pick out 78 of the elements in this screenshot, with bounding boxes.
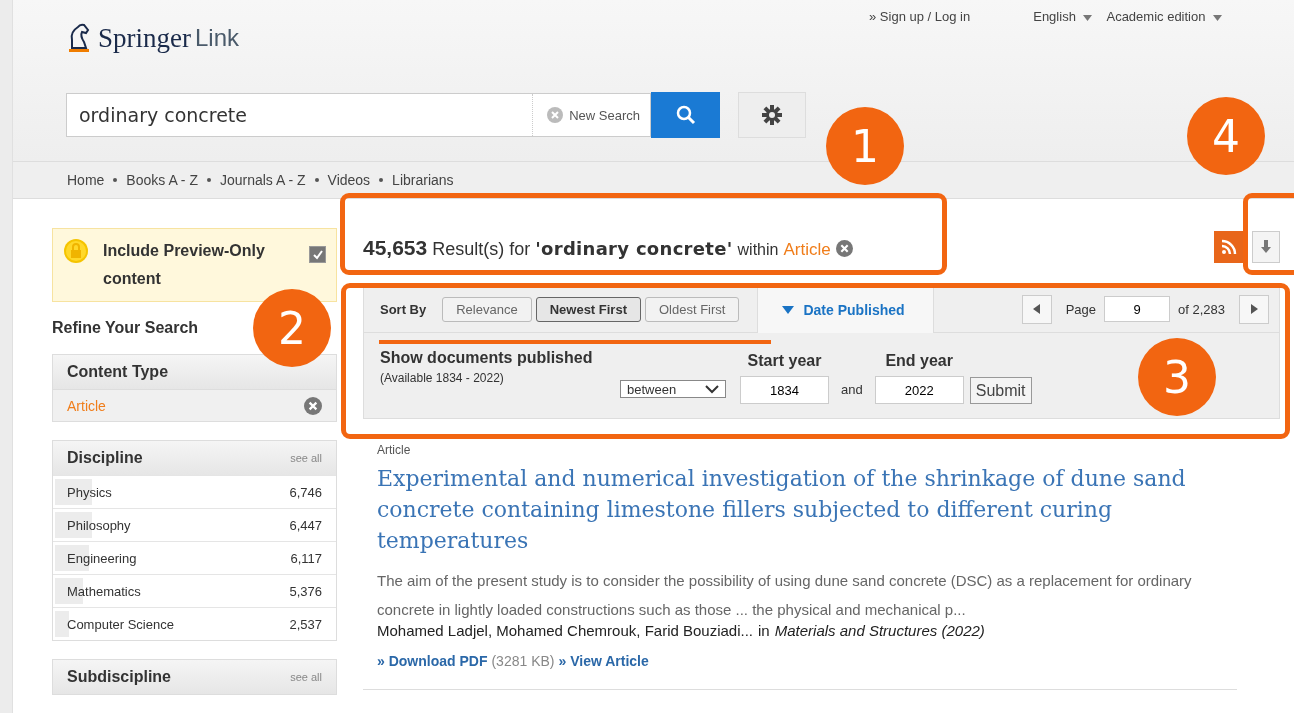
discipline-item[interactable]: Philosophy 6,447 xyxy=(53,508,336,541)
download-icon xyxy=(1261,240,1271,254)
start-year-label: Start year xyxy=(747,352,822,370)
discipline-item[interactable]: Mathematics 5,376 xyxy=(53,574,336,607)
nav-link[interactable]: Home xyxy=(67,172,105,188)
download-pdf-link[interactable]: » Download PDF xyxy=(377,653,488,669)
within-text: within xyxy=(737,241,779,259)
query-text: 'ordinary concrete' xyxy=(535,238,733,259)
result-count: 45,653 xyxy=(363,236,428,260)
date-published-tab[interactable]: Date Published xyxy=(757,287,934,333)
sort-label: Sort By xyxy=(380,301,427,317)
search-button[interactable] xyxy=(651,92,720,138)
settings-button[interactable] xyxy=(738,92,806,138)
search-icon xyxy=(675,105,696,125)
end-year-label: End year xyxy=(885,352,953,370)
search-field[interactable]: ordinary concrete New Search xyxy=(66,93,651,137)
language-menu[interactable]: English xyxy=(1033,9,1093,24)
check-icon xyxy=(311,248,324,261)
signup-link[interactable]: » Sign up / Log in xyxy=(869,9,971,24)
and-text: and xyxy=(841,382,863,397)
nav-link[interactable]: Journals A - Z xyxy=(219,172,306,188)
nav-link[interactable]: Librarians xyxy=(392,172,454,188)
chevron-icon xyxy=(705,384,719,394)
sort-option[interactable]: Relevance xyxy=(442,296,532,322)
journal-name: Materials and Structures (2022) xyxy=(774,622,985,639)
file-size: (3281 KB) xyxy=(491,653,555,669)
refine-heading: Refine Your Search xyxy=(52,319,199,337)
discipline-item[interactable]: Physics 6,746 xyxy=(53,475,336,508)
available-range: (Available 1834 - 2022) xyxy=(380,371,505,385)
caret-icon xyxy=(1213,14,1223,21)
end-year-field[interactable]: 2022 xyxy=(874,376,964,404)
preview-checkbox[interactable] xyxy=(309,246,326,263)
logo-subtext: Link xyxy=(195,24,239,52)
facet-title: Content Type xyxy=(67,363,169,381)
in-text: in xyxy=(758,622,770,639)
logo-text: Springer xyxy=(98,22,191,54)
caret-icon xyxy=(782,306,795,314)
content-type-label: Article xyxy=(377,443,412,457)
edition-menu[interactable]: Academic edition xyxy=(1106,9,1223,24)
nav-link[interactable]: Books A - Z xyxy=(126,172,198,188)
separator-dot xyxy=(206,178,211,182)
settings-icon xyxy=(762,105,782,125)
remove-icon[interactable] xyxy=(304,396,322,415)
start-year-field[interactable]: 1834 xyxy=(740,376,829,404)
left-arrow-icon xyxy=(1033,304,1041,314)
page-label: Page xyxy=(1065,301,1096,317)
discipline-item[interactable]: Computer Science 2,537 xyxy=(53,607,336,640)
article-abstract: The aim of the present study is to consider the possibility of using dune sand concrete (DSC) as a replacement for ordinary concrete in lightly loaded constructions such as those ... the physical and mechanical p... xyxy=(377,571,1193,620)
facet-title: Discipline xyxy=(67,449,143,467)
filter-title: Show documents published xyxy=(380,349,594,367)
sort-option[interactable]: Oldest First xyxy=(645,296,740,322)
separator-dot xyxy=(113,178,118,182)
lock-icon xyxy=(63,238,89,264)
page-field[interactable]: 9 xyxy=(1104,296,1170,322)
new-search-button[interactable]: New Search xyxy=(532,94,650,136)
results-text: Result(s) for xyxy=(432,239,531,260)
clear-icon xyxy=(547,107,564,123)
facet-title: Subdiscipline xyxy=(67,668,171,686)
view-article-link[interactable]: » View Article xyxy=(558,653,649,669)
previous-page-button[interactable] xyxy=(1021,294,1052,324)
preview-label: Include Preview-Only content xyxy=(103,241,266,289)
author-list: Mohamed Ladjel, Mohamed Chemrouk, Farid Bouziadi... xyxy=(377,622,754,639)
right-arrow-icon xyxy=(1250,304,1258,314)
download-button[interactable] xyxy=(1252,231,1280,263)
nav-link[interactable]: Videos xyxy=(327,172,371,188)
rss-button[interactable] xyxy=(1214,231,1244,263)
rss-icon xyxy=(1221,239,1237,255)
range-dropdown[interactable]: between xyxy=(620,380,726,398)
sort-option[interactable]: Newest First xyxy=(535,296,641,322)
article-title-link[interactable]: Experimental and numerical investigation of the shrinkage of dune sand concrete containing limestone fillers subjected to different curing temperatures xyxy=(377,463,1197,556)
separator-dot xyxy=(314,178,319,182)
remove-icon[interactable] xyxy=(835,239,853,257)
caret-icon xyxy=(1083,14,1093,21)
discipline-item[interactable]: Engineering 6,117 xyxy=(53,541,336,574)
submit-button[interactable]: Submit xyxy=(969,377,1032,404)
separator-dot xyxy=(379,178,384,182)
next-page-button[interactable] xyxy=(1239,294,1269,324)
page-total: of 2,283 xyxy=(1178,301,1225,317)
